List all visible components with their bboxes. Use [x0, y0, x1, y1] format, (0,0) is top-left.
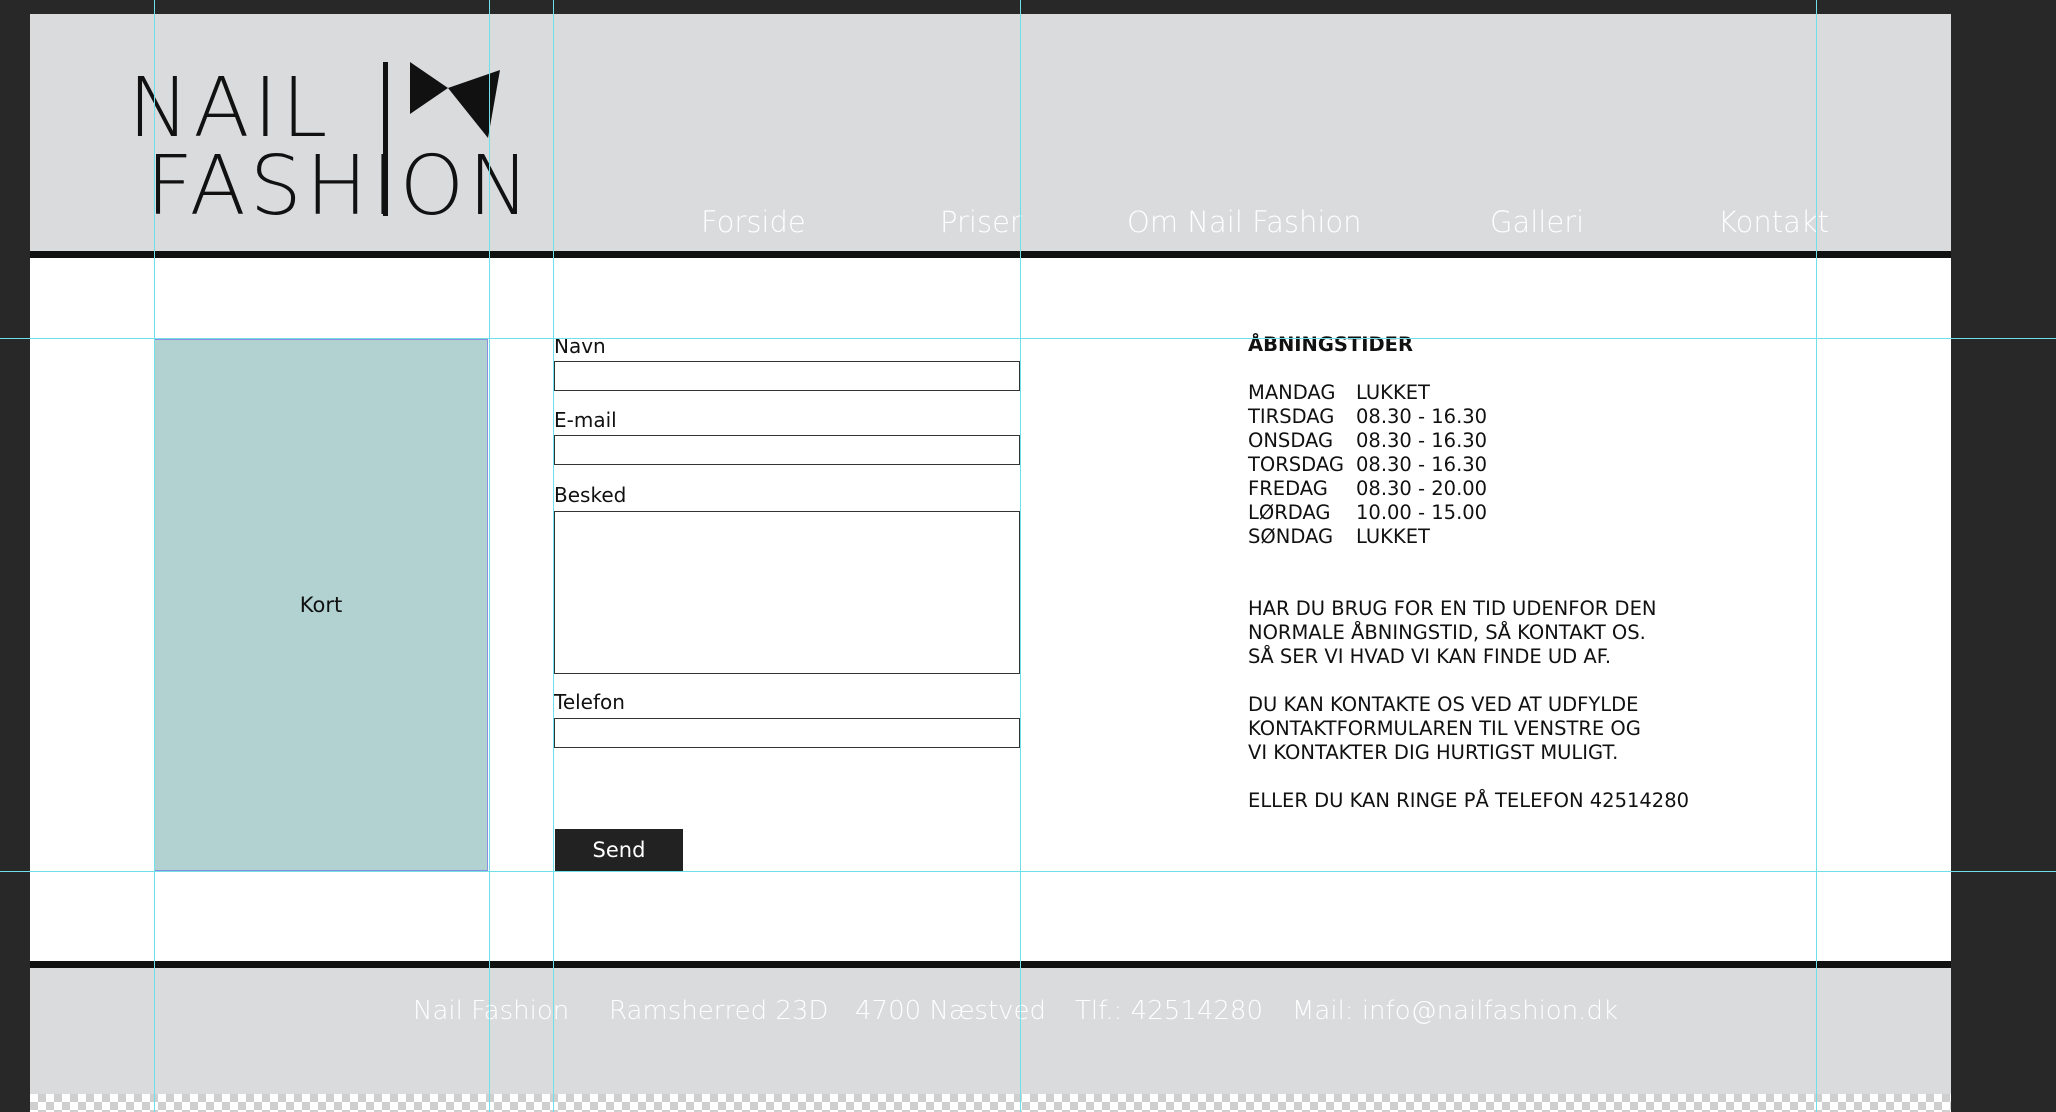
hours-time: 08.30 - 16.30: [1356, 453, 1488, 476]
logo-line2: FASHION: [146, 139, 528, 218]
hours-row: TIRSDAG 08.30 - 16.30: [1248, 405, 1689, 429]
info-paragraph-contact-form: DU KAN KONTAKTE OS VED AT UDFYLDE KONTAK…: [1248, 693, 1689, 765]
site-footer: [30, 968, 1951, 1094]
hours-time: 10.00 - 15.00: [1356, 501, 1488, 524]
map-label: Kort: [299, 593, 343, 617]
footer-company-name: Nail Fashion: [413, 996, 570, 1026]
bow-tie-left-icon: [410, 62, 448, 114]
phone-input[interactable]: [554, 718, 1020, 748]
hours-time: 08.30 - 20.00: [1356, 477, 1488, 500]
guide-line-vertical[interactable]: [489, 0, 490, 1112]
transparency-checkerboard: [30, 1094, 1951, 1112]
info-line: ELLER DU KAN RINGE PÅ TELEFON 42514280: [1248, 789, 1690, 812]
opening-hours-title: ÅBNINGSTIDER: [1248, 333, 1413, 356]
nail-fashion-logo[interactable]: NAIL FASHION: [128, 58, 528, 218]
nav-forside[interactable]: Forside: [701, 205, 806, 239]
guide-line-vertical[interactable]: [1816, 0, 1817, 1112]
guide-line-horizontal[interactable]: [0, 338, 2056, 339]
hours-day: SØNDAG: [1248, 525, 1334, 548]
nav-om-nail-fashion[interactable]: Om Nail Fashion: [1127, 205, 1362, 239]
guide-line-horizontal[interactable]: [0, 871, 2056, 872]
info-line: SÅ SER VI HVAD VI KAN FINDE UD AF.: [1248, 645, 1612, 668]
hours-time: LUKKET: [1356, 381, 1430, 404]
hours-row: SØNDAG LUKKET: [1248, 525, 1689, 549]
send-button[interactable]: Send: [555, 829, 683, 871]
info-paragraph-outside-hours: HAR DU BRUG FOR EN TID UDENFOR DEN NORMA…: [1248, 597, 1689, 669]
opening-hours: ÅBNINGSTIDER MANDAG LUKKET TIRSDAG 08.30 -…: [1248, 333, 1689, 813]
editor-canvas: NAIL FASHION Forside Priser Om Nail Fash…: [0, 0, 2056, 1112]
header-divider: [30, 251, 1951, 258]
footer-email[interactable]: Mail: info@nailfashion.dk: [1292, 996, 1618, 1026]
hours-day: MANDAG: [1248, 381, 1336, 404]
hours-row: ONSDAG 08.30 - 16.30: [1248, 429, 1689, 453]
email-label: E-mail: [554, 408, 617, 432]
nav-priser[interactable]: Priser: [940, 205, 1022, 239]
map-placeholder[interactable]: Kort: [154, 339, 488, 871]
info-line: HAR DU BRUG FOR EN TID UDENFOR DEN: [1248, 597, 1657, 620]
footer-street: Ramsherred 23D: [609, 996, 829, 1026]
hours-time: 08.30 - 16.30: [1356, 429, 1488, 452]
guide-line-vertical[interactable]: [1020, 0, 1021, 1112]
name-input[interactable]: [554, 361, 1020, 391]
hours-day: TIRSDAG: [1248, 405, 1335, 428]
phone-label: Telefon: [554, 690, 625, 714]
logo-divider: [383, 62, 388, 216]
footer-phone: Tlf.: 42514280: [1075, 996, 1263, 1026]
email-input[interactable]: [554, 435, 1020, 465]
info-line: NORMALE ÅBNINGSTID, SÅ KONTAKT OS.: [1248, 621, 1646, 644]
hours-day: LØRDAG: [1248, 501, 1331, 524]
message-textarea[interactable]: [554, 511, 1020, 674]
hours-day: ONSDAG: [1248, 429, 1334, 452]
logo-mark: NAIL FASHION: [128, 61, 528, 218]
hours-day: FREDAG: [1248, 477, 1328, 500]
guide-line-vertical[interactable]: [154, 0, 155, 1112]
info-line: KONTAKTFORMULAREN TIL VENSTRE OG: [1248, 717, 1641, 740]
guide-line-vertical[interactable]: [553, 0, 554, 1112]
hours-row: MANDAG LUKKET: [1248, 381, 1689, 405]
hours-day: TORSDAG: [1248, 453, 1344, 476]
footer-divider: [30, 961, 1951, 968]
nav-galleri[interactable]: Galleri: [1490, 205, 1584, 239]
bow-tie-right-icon: [448, 70, 500, 138]
hours-time: 08.30 - 16.30: [1356, 405, 1488, 428]
hours-row: TORSDAG 08.30 - 16.30: [1248, 453, 1689, 477]
hours-row: FREDAG 08.30 - 20.00: [1248, 477, 1689, 501]
nav-kontakt[interactable]: Kontakt: [1718, 205, 1829, 239]
hours-time: LUKKET: [1356, 525, 1430, 548]
footer-city: 4700 Næstved: [855, 996, 1047, 1026]
hours-row: LØRDAG 10.00 - 15.00: [1248, 501, 1689, 525]
info-line: DU KAN KONTAKTE OS VED AT UDFYLDE: [1248, 693, 1639, 716]
info-line: VI KONTAKTER DIG HURTIGST MULIGT.: [1248, 741, 1619, 764]
info-paragraph-phone: ELLER DU KAN RINGE PÅ TELEFON 42514280: [1248, 789, 1689, 813]
message-label: Besked: [554, 483, 627, 507]
